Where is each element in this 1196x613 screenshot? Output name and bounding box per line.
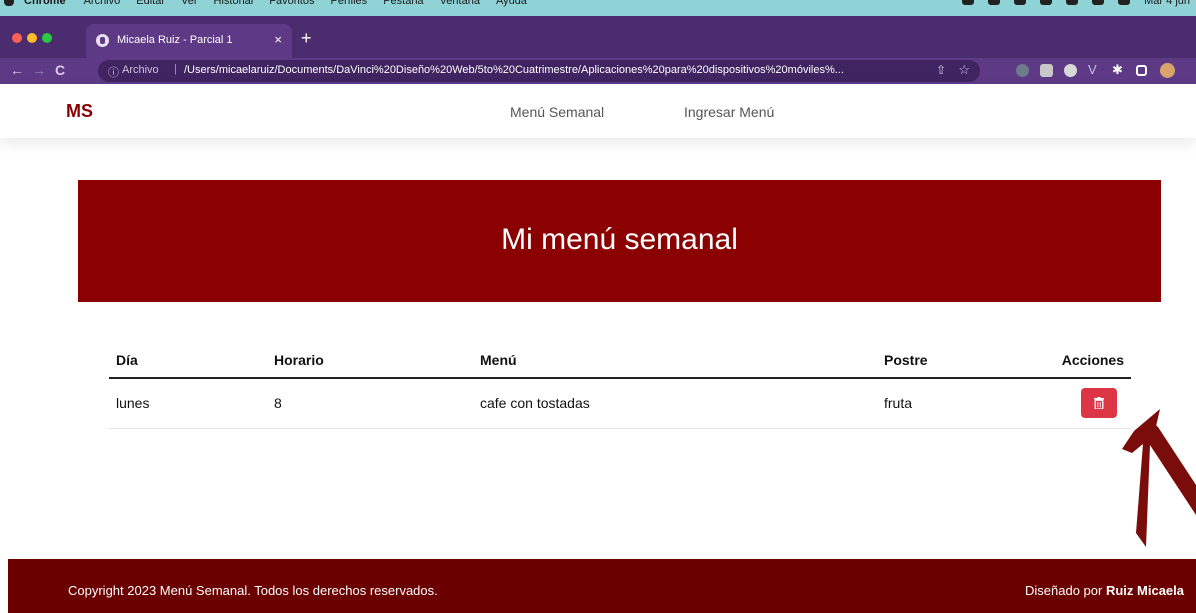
brand-logo[interactable]: MS	[66, 101, 93, 122]
table-row: lunes 8 cafe con tostadas fruta	[109, 378, 1131, 429]
cell-menu: cafe con tostadas	[473, 378, 877, 429]
info-icon[interactable]: ⓘ	[108, 64, 119, 80]
globe-icon	[96, 34, 109, 47]
forward-arrow-icon[interactable]: →	[32, 62, 46, 78]
minimize-window-button[interactable]	[27, 33, 37, 43]
bookmark-star-icon[interactable]: ☆	[958, 62, 970, 78]
new-tab-button[interactable]: +	[301, 29, 312, 47]
cell-horario: 8	[267, 378, 473, 429]
hero-banner: Mi menú semanal	[78, 180, 1161, 302]
footer-credit: Diseñado por Ruiz Micaela	[1025, 583, 1184, 598]
window-controls	[12, 30, 57, 48]
apple-icon	[4, 0, 14, 6]
browser-tab[interactable]: Micaela Ruiz - Parcial 1 ×	[86, 24, 292, 58]
puzzle-icon[interactable]: ✱	[1112, 62, 1125, 77]
gear-extension-icon[interactable]	[1064, 64, 1077, 77]
url-scheme-label: Archivo	[122, 64, 159, 76]
browser-toolbar: ← → C ⓘ Archivo | /Users/micaelaruiz/Doc…	[0, 58, 1196, 84]
page-title: Mi menú semanal	[501, 223, 738, 256]
site-navbar: MS Menú Semanal Ingresar Menú	[0, 84, 1196, 138]
vue-devtools-icon[interactable]: V	[1088, 62, 1101, 77]
column-header-menu: Menú	[473, 343, 877, 379]
reload-icon[interactable]: C	[55, 62, 65, 78]
column-header-horario: Horario	[267, 343, 473, 379]
address-bar[interactable]: ⓘ Archivo | /Users/micaelaruiz/Documents…	[98, 60, 980, 82]
extension-icon[interactable]	[1016, 64, 1029, 77]
delete-button[interactable]	[1081, 388, 1117, 419]
cell-postre: fruta	[877, 378, 1017, 429]
mac-menu-items: Chrome Archivo Editar Ver Historial Favoritos…	[24, 0, 527, 7]
nav-link-ingresar-menu[interactable]: Ingresar Menú	[684, 104, 774, 120]
trash-icon	[1094, 397, 1104, 410]
share-icon[interactable]: ⇧	[936, 63, 946, 77]
browser-tabstrip: Micaela Ruiz - Parcial 1 × +	[0, 16, 1196, 58]
column-header-postre: Postre	[877, 343, 1017, 379]
footer-copyright: Copyright 2023 Menú Semanal. Todos los d…	[68, 583, 438, 598]
profile-avatar[interactable]	[1160, 63, 1175, 78]
menu-table: Día Horario Menú Postre Acciones lunes 8…	[109, 343, 1131, 429]
column-header-acciones: Acciones	[1017, 343, 1131, 379]
mac-status-area: Mar 4 jun	[962, 0, 1190, 7]
nav-link-menu-semanal[interactable]: Menú Semanal	[510, 104, 604, 120]
cell-dia: lunes	[109, 378, 267, 429]
annotation-arrow-icon	[1122, 409, 1196, 547]
footer-credit-prefix: Diseñado por	[1025, 583, 1106, 598]
close-window-button[interactable]	[12, 33, 22, 43]
mac-menubar: Chrome Archivo Editar Ver Historial Favoritos…	[0, 0, 1196, 16]
sidepanel-icon[interactable]	[1136, 65, 1147, 76]
camera-extension-icon[interactable]	[1040, 64, 1053, 77]
back-arrow-icon[interactable]: ←	[10, 62, 24, 78]
tab-close-icon[interactable]: ×	[274, 32, 282, 47]
url-text[interactable]: /Users/micaelaruiz/Documents/DaVinci%20D…	[184, 64, 954, 76]
site-footer: Copyright 2023 Menú Semanal. Todos los d…	[8, 559, 1196, 613]
tab-title: Micaela Ruiz - Parcial 1	[117, 34, 233, 46]
column-header-dia: Día	[109, 343, 267, 379]
cell-acciones	[1017, 378, 1131, 429]
footer-credit-name: Ruiz Micaela	[1105, 583, 1184, 598]
table-header-row: Día Horario Menú Postre Acciones	[109, 343, 1131, 379]
zoom-window-button[interactable]	[42, 33, 52, 43]
